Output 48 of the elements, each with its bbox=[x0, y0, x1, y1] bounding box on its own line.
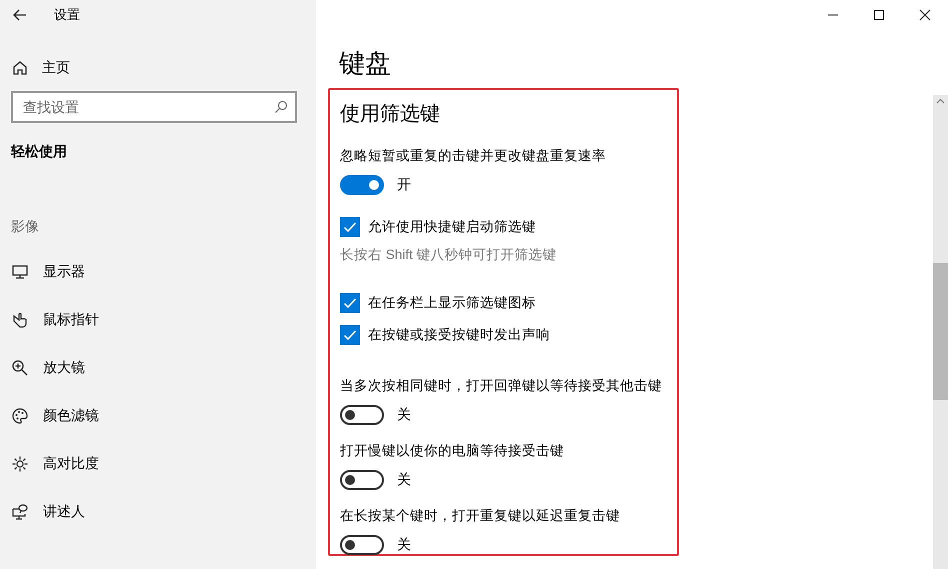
toggle-state: 关 bbox=[397, 471, 411, 489]
home-link[interactable]: 主页 bbox=[42, 59, 70, 77]
magnifier-icon bbox=[11, 359, 29, 377]
palette-icon bbox=[11, 407, 29, 425]
toggle-state: 关 bbox=[397, 406, 411, 424]
hint-text: 长按右 Shift 键八秒钟可打开筛选键 bbox=[340, 246, 557, 264]
checkbox-label[interactable]: 在按键或接受按键时发出声响 bbox=[368, 326, 550, 344]
sidebar-item[interactable]: 显示器 bbox=[43, 263, 85, 281]
setting-label: 忽略短暂或重复的击键并更改键盘重复速率 bbox=[340, 147, 606, 165]
setting-label: 当多次按相同键时，打开回弹键以等待接受其他击键 bbox=[340, 377, 662, 395]
toggle-state: 开 bbox=[397, 176, 411, 194]
checkbox[interactable] bbox=[340, 217, 360, 237]
maximize-icon[interactable] bbox=[873, 9, 885, 21]
toggle-switch[interactable] bbox=[340, 535, 384, 555]
sidebar-item[interactable]: 高对比度 bbox=[43, 455, 99, 473]
window-title: 设置 bbox=[54, 6, 80, 24]
hand-icon bbox=[11, 311, 29, 329]
close-icon[interactable] bbox=[919, 9, 931, 21]
check-icon bbox=[343, 220, 357, 234]
check-icon bbox=[343, 328, 357, 342]
checkbox[interactable] bbox=[340, 325, 360, 345]
sidebar-item[interactable]: 讲述人 bbox=[43, 503, 85, 521]
setting-label: 在长按某个键时，打开重复键以延迟重复击键 bbox=[340, 507, 620, 525]
check-icon bbox=[343, 296, 357, 310]
toggle-state: 关 bbox=[397, 536, 411, 554]
checkbox-label[interactable]: 在任务栏上显示筛选键图标 bbox=[368, 294, 536, 312]
setting-label: 打开慢键以使你的电脑等待接受击键 bbox=[340, 442, 564, 460]
monitor-icon bbox=[11, 263, 29, 281]
sidebar-item[interactable]: 颜色滤镜 bbox=[43, 407, 99, 425]
section-heading: 使用筛选键 bbox=[340, 102, 440, 127]
group-label: 影像 bbox=[11, 218, 40, 236]
toggle-switch[interactable] bbox=[340, 175, 384, 195]
home-icon[interactable] bbox=[12, 60, 28, 76]
sun-icon bbox=[11, 455, 29, 473]
toggle-switch[interactable] bbox=[340, 405, 384, 425]
sidebar-item[interactable]: 放大镜 bbox=[43, 359, 85, 377]
checkbox-label[interactable]: 允许使用快捷键启动筛选键 bbox=[368, 218, 536, 236]
section-title: 轻松使用 bbox=[11, 143, 68, 161]
scroll-up-icon[interactable] bbox=[936, 98, 945, 104]
search-field[interactable]: 查找设置 bbox=[11, 91, 297, 123]
search-icon bbox=[274, 100, 288, 114]
speech-monitor-icon bbox=[11, 503, 29, 521]
toggle-switch[interactable] bbox=[340, 470, 384, 490]
checkbox[interactable] bbox=[340, 293, 360, 313]
scrollbar[interactable] bbox=[933, 95, 948, 569]
back-icon[interactable] bbox=[12, 7, 28, 23]
sidebar-item[interactable]: 鼠标指针 bbox=[43, 311, 99, 329]
page-title: 键盘 bbox=[339, 47, 392, 79]
